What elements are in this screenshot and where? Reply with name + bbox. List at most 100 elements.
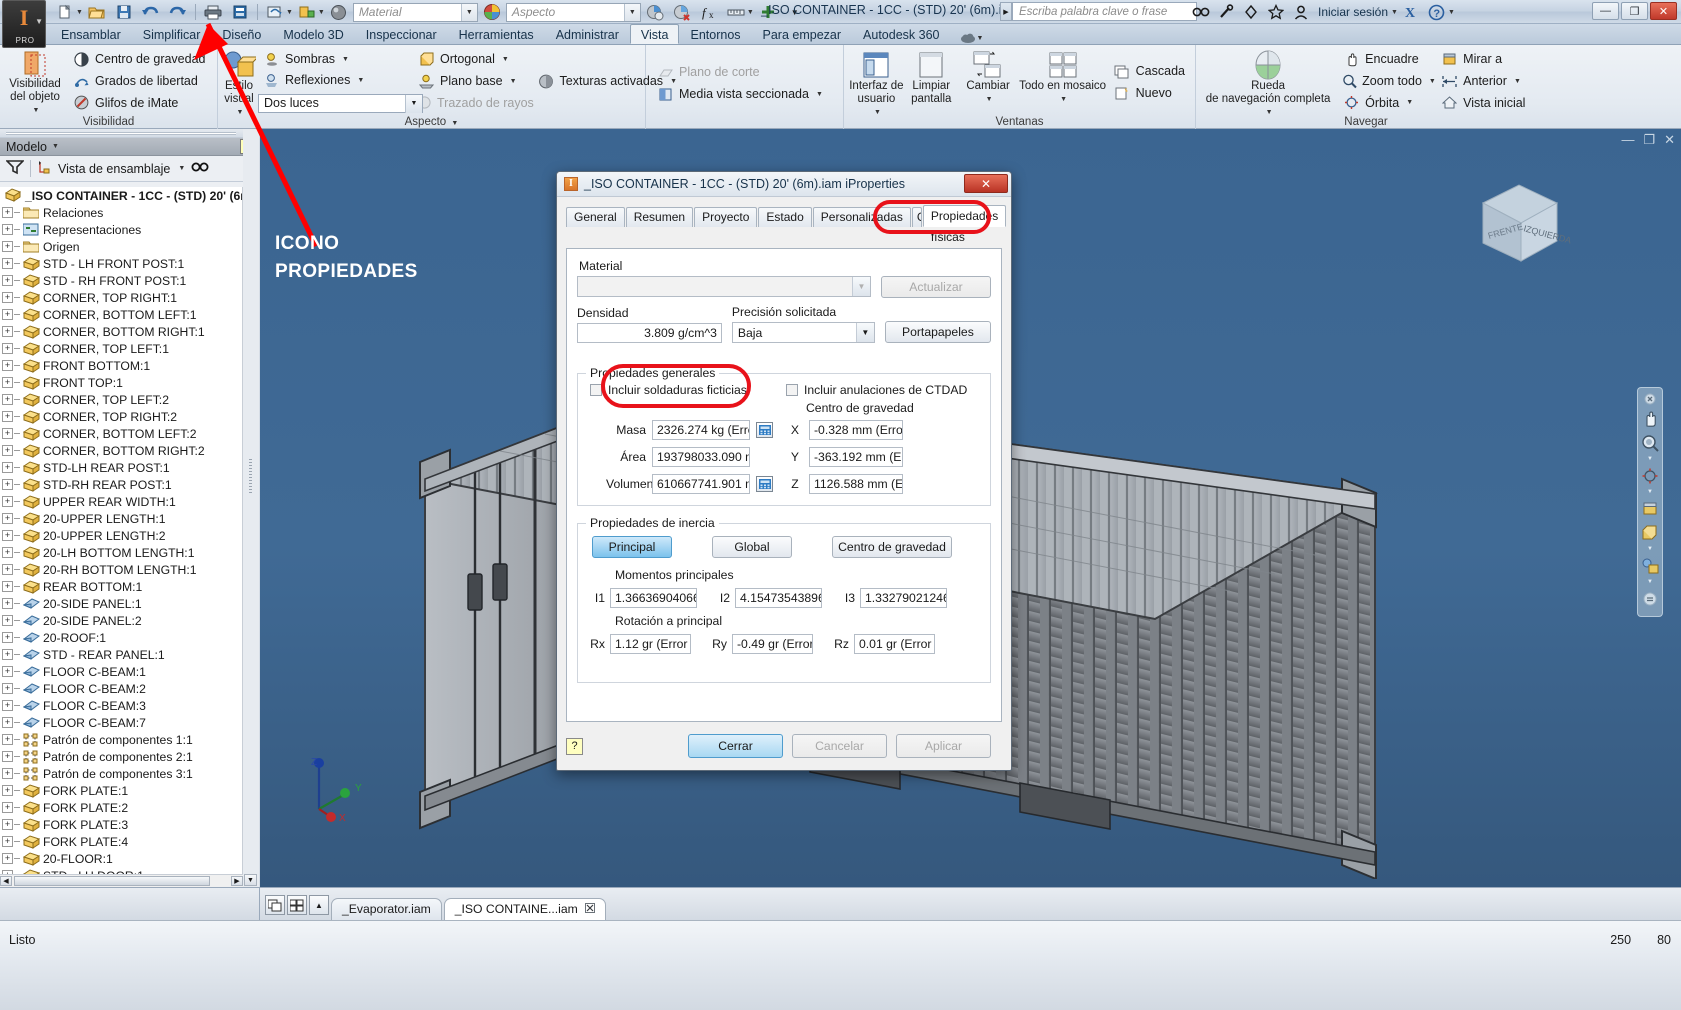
cog-button[interactable]: Centro de gravedad [832,536,952,558]
print-icon[interactable] [200,2,226,23]
tree-expand-toggle[interactable]: + [2,768,13,779]
degrees-of-freedom-button[interactable]: Grados de libertad [68,71,210,92]
tree-expand-toggle[interactable]: + [2,632,13,643]
tree-item[interactable]: + STD-RH REAR POST:1 [0,476,243,493]
material-select-caret[interactable]: ▼ [852,277,870,296]
shadows-caret[interactable]: ▼ [342,56,349,63]
tree-item[interactable]: + CORNER, BOTTOM RIGHT:1 [0,323,243,340]
assembly-view-caret[interactable]: ▼ [178,165,185,172]
graphics-close-icon[interactable]: ✕ [1664,132,1675,148]
tree-item[interactable]: + Representaciones [0,221,243,238]
tree-expand-toggle[interactable]: + [2,326,13,337]
volume-calculator-icon[interactable] [756,476,773,492]
tree-expand-toggle[interactable]: + [2,683,13,694]
switch-window-button[interactable]: Cambiar ▼ [958,47,1019,113]
lighting-style-caret[interactable]: ▼ [405,94,422,113]
tree-item[interactable]: + FRONT TOP:1 [0,374,243,391]
material-select[interactable]: ▼ [577,276,871,297]
tree-item[interactable]: +20-SIDE PANEL:2 [0,612,243,629]
tree-item[interactable]: + UPPER REAR WIDTH:1 [0,493,243,510]
appearance-combobox[interactable]: Aspecto ▼ [505,2,641,22]
tree-item[interactable]: + FLOOR C-BEAM:3 [0,697,243,714]
rx-field[interactable]: 1.12 gr (Error r [610,634,691,654]
assembly-view-label[interactable]: Vista de ensamblaje [58,162,170,176]
graphics-minimize-icon[interactable]: — [1621,132,1634,148]
precision-select[interactable]: Baja ▼ [731,322,875,343]
open-file-icon[interactable] [84,2,110,23]
material-color-icon[interactable] [294,2,320,23]
document-tab-close-icon[interactable] [584,899,595,920]
ribbon-group-aspecto-label[interactable]: Aspecto ▼ [218,116,645,128]
save-icon[interactable] [111,2,137,23]
tree-expand-toggle[interactable]: + [2,224,13,235]
dialog-close-button[interactable]: ✕ [964,174,1008,193]
cascade-windows-button[interactable] [265,895,285,915]
tree-expand-toggle[interactable]: + [2,547,13,558]
parameters-fx-icon[interactable]: fx [696,2,722,23]
tree-expand-toggle[interactable]: + [2,836,13,847]
iproperties-dialog[interactable]: I _ISO CONTAINER - 1CC - (STD) 20' (6m).… [556,171,1012,771]
orthographic-button[interactable]: Ortogonal ▼ [413,49,529,70]
tree-item[interactable]: + FORK PLATE:4 [0,833,243,850]
reflections-caret[interactable]: ▼ [357,77,364,84]
reflections-button[interactable]: Reflexiones ▼ [258,70,409,90]
ribbon-tab-ensamblar[interactable]: Ensamblar [50,24,132,44]
satellite-icon[interactable] [1240,2,1262,22]
previous-view-caret[interactable]: ▼ [1514,78,1521,85]
ribbon-tab-diseno[interactable]: Diseño [211,24,272,44]
pan-button[interactable]: Encuadre [1338,49,1432,70]
navbar-pan-icon[interactable] [1639,408,1661,430]
dialog-tab-estado[interactable]: Estado [758,207,812,227]
document-tab-evaporator[interactable]: _Evaporator.iam [331,898,442,920]
ribbon-tab-inspeccionar[interactable]: Inspeccionar [355,24,448,44]
home-view-button[interactable]: Vista inicial [1436,92,1530,113]
favorites-star-icon[interactable] [1265,2,1287,22]
tree-expand-toggle[interactable]: + [2,802,13,813]
view-cube[interactable]: FRENTE IZQUIERDA [1461,169,1581,279]
tree-expand-toggle[interactable]: + [2,581,13,592]
tree-item[interactable]: +20-ROOF:1 [0,629,243,646]
cog-z-field[interactable]: 1126.588 mm (Erro [809,474,903,494]
tree-item[interactable]: + FORK PLATE:1 [0,782,243,799]
tree-horizontal-scrollbar[interactable]: ◀ ▶ [0,874,243,887]
tile-all-button[interactable]: Todo en mosaico ▼ [1018,47,1106,113]
tree-expand-toggle[interactable]: + [2,377,13,388]
tree-item[interactable]: + REAR BOTTOM:1 [0,578,243,595]
material-combobox-caret[interactable]: ▼ [460,3,477,21]
half-section-caret[interactable]: ▼ [816,91,823,98]
volume-field[interactable]: 610667741.901 mm [652,474,750,494]
appearance-combobox-caret[interactable]: ▼ [623,3,640,21]
adjust-appearance-icon[interactable] [642,2,668,23]
tree-expand-toggle[interactable]: + [2,275,13,286]
aspecto-group-caret[interactable]: ▼ [451,120,458,127]
app-button-caret[interactable]: ▼ [35,17,43,26]
tree-expand-toggle[interactable]: + [2,360,13,371]
tree-expand-toggle[interactable]: + [2,734,13,745]
appearance-wheel-icon[interactable] [479,2,505,23]
navbar-visual-style-icon[interactable] [1639,555,1661,577]
tree-item[interactable]: + FRONT BOTTOM:1 [0,357,243,374]
splitter-collapse-arrow[interactable]: ▼ [244,874,257,886]
ribbon-tab-para-empezar[interactable]: Para empezar [752,24,853,44]
clean-screen-button[interactable]: Limpiar pantalla [905,47,958,113]
tree-item[interactable]: + FLOOR C-BEAM:7 [0,714,243,731]
tree-item[interactable]: + STD-LH REAR POST:1 [0,459,243,476]
tree-hscroll-right-arrow[interactable]: ▶ [231,876,243,886]
orbit-caret[interactable]: ▼ [1406,99,1413,106]
clear-appearance-icon[interactable] [669,2,695,23]
tree-expand-toggle[interactable]: + [2,785,13,796]
browser-splitter[interactable]: ▼ [243,129,259,887]
new-file-icon[interactable] [52,2,78,23]
sign-in-caret[interactable]: ▼ [1391,9,1398,16]
tree-expand-toggle[interactable]: + [2,445,13,456]
tree-expand-toggle[interactable]: + [2,241,13,252]
tree-hscroll-left-arrow[interactable]: ◀ [0,876,12,886]
tree-item[interactable]: + Patrón de componentes 2:1 [0,748,243,765]
dialog-tab-guardar[interactable]: Guardar [911,207,922,227]
ribbon-tab-herramientas[interactable]: Herramientas [448,24,545,44]
shadows-button[interactable]: Sombras ▼ [258,49,409,69]
cloud-status-icon[interactable]: ▼ [960,32,983,44]
user-interface-button[interactable]: Interfaz de usuario ▼ [848,47,905,116]
help-icon[interactable]: ? [1426,2,1448,22]
tree-item[interactable]: + CORNER, BOTTOM LEFT:1 [0,306,243,323]
